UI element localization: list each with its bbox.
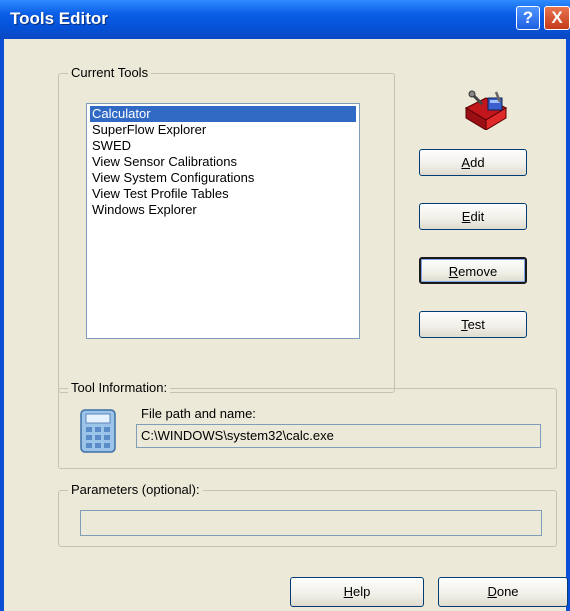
tool-information-legend: Tool Information:	[68, 380, 171, 395]
file-path-field: C:\WINDOWS\system32\calc.exe	[136, 424, 541, 448]
help-icon[interactable]: ?	[516, 6, 540, 30]
tool-list-item[interactable]: Calculator	[90, 106, 356, 122]
parameters-legend: Parameters (optional):	[68, 482, 203, 497]
parameters-input[interactable]	[80, 510, 542, 536]
tool-list-item[interactable]: View System Configurations	[90, 170, 356, 186]
tool-list-item[interactable]: View Test Profile Tables	[90, 186, 356, 202]
edit-button[interactable]: Edit	[419, 203, 527, 230]
title-bar[interactable]: Tools Editor ? X	[0, 0, 570, 39]
remove-button[interactable]: Remove	[419, 257, 527, 284]
calculator-icon	[79, 408, 117, 454]
tool-list-item[interactable]: SWED	[90, 138, 356, 154]
close-icon[interactable]: X	[544, 6, 570, 30]
tool-list-item[interactable]: SuperFlow Explorer	[90, 122, 356, 138]
window-title: Tools Editor	[10, 9, 108, 28]
file-path-label: File path and name:	[141, 406, 256, 421]
current-tools-list[interactable]: Calculator SuperFlow Explorer SWED View Sen…	[86, 103, 360, 339]
current-tools-legend: Current Tools	[68, 65, 152, 80]
tools-editor-window: Tools Editor ? X Current Tools Calculato…	[0, 0, 570, 611]
help-button[interactable]: Help	[290, 577, 424, 607]
tool-list-item[interactable]: View Sensor Calibrations	[90, 154, 356, 170]
toolbox-icon	[456, 90, 516, 131]
add-button[interactable]: Add	[419, 149, 527, 176]
tool-list-item[interactable]: Windows Explorer	[90, 202, 356, 218]
test-button[interactable]: Test	[419, 311, 527, 338]
done-button[interactable]: Done	[438, 577, 568, 607]
